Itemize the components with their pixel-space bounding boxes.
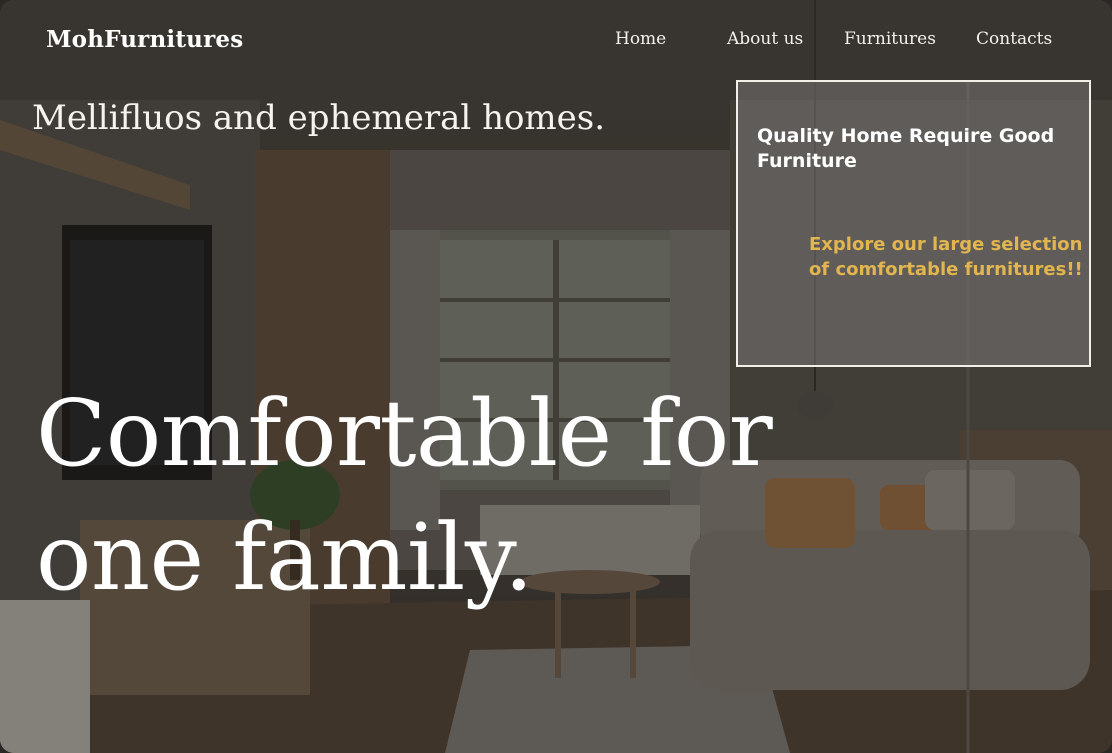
promo-card-title: Quality Home Require Good Furniture: [757, 125, 1055, 172]
hero-section: MohFurnitures Home About us Furnitures C…: [0, 0, 1112, 753]
nav-link-contacts[interactable]: Contacts: [976, 28, 1052, 50]
hero-headline: Comfortable for one family.: [36, 372, 836, 620]
promo-card: Quality Home Require Good Furniture Expl…: [736, 80, 1091, 367]
hero-headline-line-2: one family.: [36, 504, 533, 611]
promo-card-subtitle: Explore our large selection of comfortab…: [809, 234, 1083, 280]
nav-link-furnitures[interactable]: Furnitures: [844, 28, 936, 50]
nav-link-home[interactable]: Home: [615, 28, 666, 50]
hero-headline-line-1: Comfortable for: [36, 380, 773, 487]
hero-tagline: Mellifluos and ephemeral homes.: [32, 98, 606, 138]
nav-link-about-us[interactable]: About us: [727, 28, 803, 50]
main-nav: Home About us Furnitures Contacts: [0, 28, 1112, 52]
